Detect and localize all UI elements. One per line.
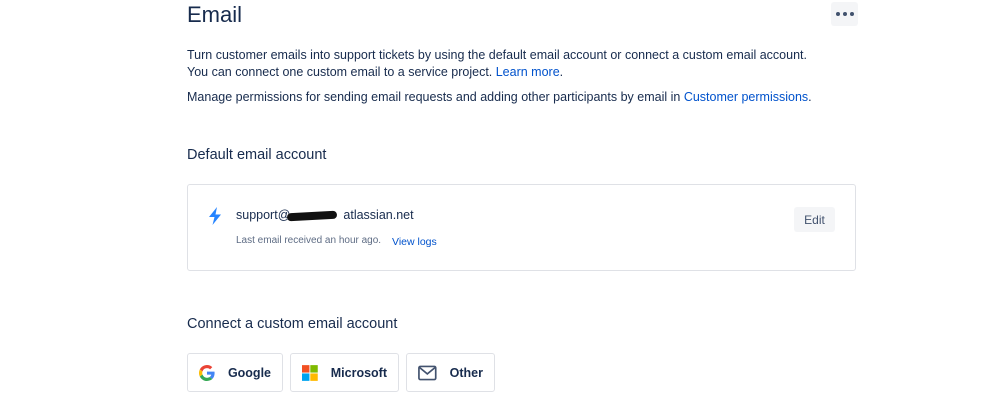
learn-more-link[interactable]: Learn more [496, 65, 560, 79]
other-button[interactable]: Other [406, 353, 495, 392]
google-label: Google [227, 365, 271, 380]
microsoft-icon [302, 364, 318, 381]
provider-buttons: Google Microsoft Other [187, 353, 495, 392]
default-email-heading: Default email account [187, 147, 327, 163]
last-email-status: Last email received an hour ago. [236, 235, 382, 246]
google-icon [199, 364, 215, 381]
google-button[interactable]: Google [187, 353, 283, 392]
intro-description: Turn customer emails into support ticket… [187, 48, 807, 79]
view-logs-link[interactable]: View logs [392, 236, 437, 248]
lightning-bolt-icon [209, 207, 221, 225]
customer-permissions-link[interactable]: Customer permissions [684, 90, 808, 104]
microsoft-label: Microsoft [330, 365, 387, 380]
mail-envelope-icon [418, 365, 437, 380]
edit-button[interactable]: Edit [794, 207, 835, 232]
more-horizontal-icon [835, 12, 854, 16]
microsoft-button[interactable]: Microsoft [290, 353, 399, 392]
page-title: Email [187, 2, 243, 27]
custom-email-heading: Connect a custom email account [187, 316, 398, 332]
other-label: Other [449, 365, 483, 380]
permissions-description: Manage permissions for sending email req… [187, 90, 812, 104]
more-actions-button[interactable] [831, 2, 858, 26]
default-email-card: support@ atlassian.net Last email receive… [187, 184, 856, 271]
